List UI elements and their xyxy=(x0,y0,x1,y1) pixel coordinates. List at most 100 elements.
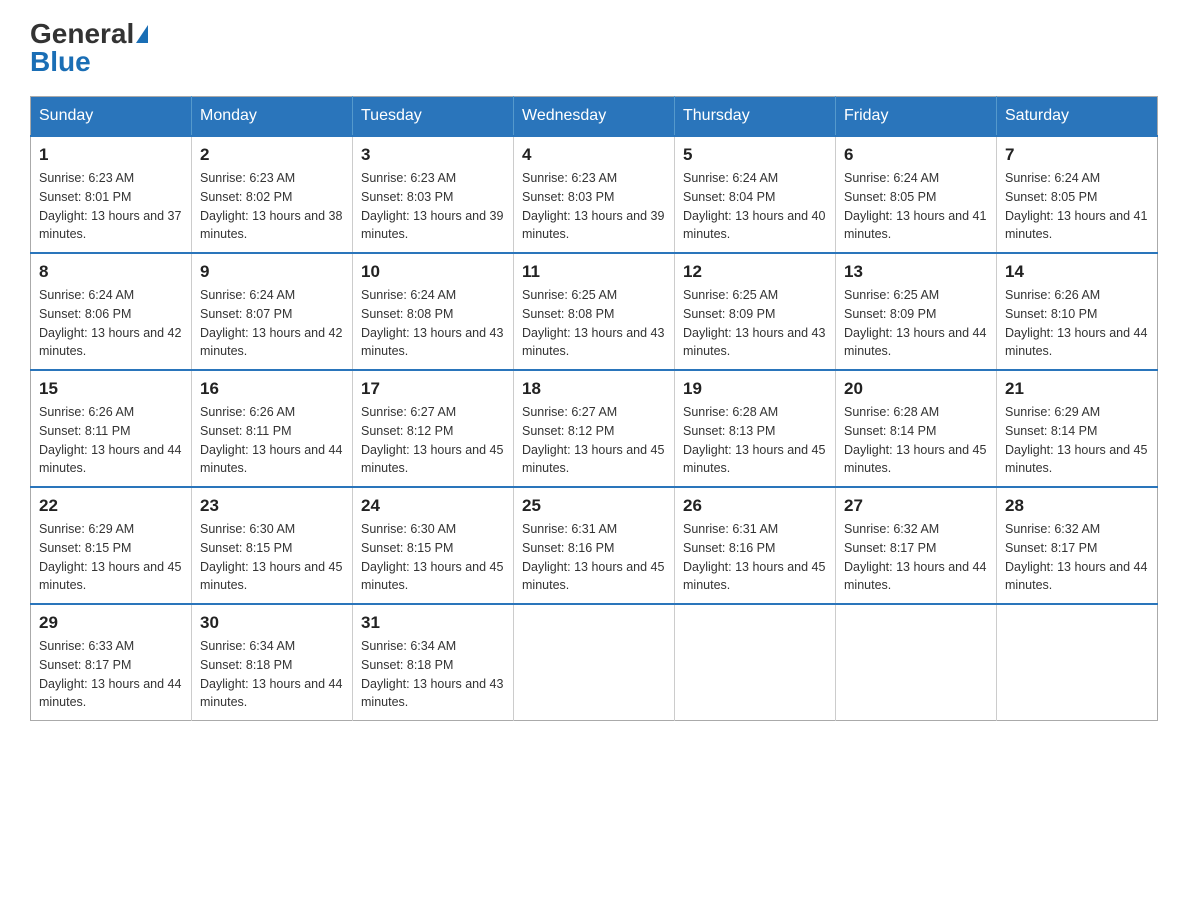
day-info: Sunrise: 6:29 AMSunset: 8:14 PMDaylight:… xyxy=(1005,405,1147,475)
day-info: Sunrise: 6:34 AMSunset: 8:18 PMDaylight:… xyxy=(200,639,342,709)
calendar-cell: 11 Sunrise: 6:25 AMSunset: 8:08 PMDaylig… xyxy=(514,253,675,370)
day-number: 27 xyxy=(844,496,988,516)
day-number: 16 xyxy=(200,379,344,399)
day-number: 14 xyxy=(1005,262,1149,282)
day-info: Sunrise: 6:23 AMSunset: 8:03 PMDaylight:… xyxy=(522,171,664,241)
calendar-cell: 8 Sunrise: 6:24 AMSunset: 8:06 PMDayligh… xyxy=(31,253,192,370)
header-saturday: Saturday xyxy=(997,97,1158,137)
day-number: 21 xyxy=(1005,379,1149,399)
calendar-cell: 7 Sunrise: 6:24 AMSunset: 8:05 PMDayligh… xyxy=(997,136,1158,253)
calendar-cell: 17 Sunrise: 6:27 AMSunset: 8:12 PMDaylig… xyxy=(353,370,514,487)
calendar-cell: 25 Sunrise: 6:31 AMSunset: 8:16 PMDaylig… xyxy=(514,487,675,604)
page-header: General Blue xyxy=(30,20,1158,76)
day-number: 13 xyxy=(844,262,988,282)
day-number: 24 xyxy=(361,496,505,516)
day-number: 3 xyxy=(361,145,505,165)
day-number: 17 xyxy=(361,379,505,399)
day-number: 15 xyxy=(39,379,183,399)
calendar-table: Sunday Monday Tuesday Wednesday Thursday… xyxy=(30,96,1158,721)
day-number: 22 xyxy=(39,496,183,516)
calendar-cell xyxy=(836,604,997,721)
calendar-cell: 1 Sunrise: 6:23 AMSunset: 8:01 PMDayligh… xyxy=(31,136,192,253)
logo: General Blue xyxy=(30,20,148,76)
day-info: Sunrise: 6:29 AMSunset: 8:15 PMDaylight:… xyxy=(39,522,181,592)
day-number: 11 xyxy=(522,262,666,282)
calendar-cell: 3 Sunrise: 6:23 AMSunset: 8:03 PMDayligh… xyxy=(353,136,514,253)
calendar-cell: 15 Sunrise: 6:26 AMSunset: 8:11 PMDaylig… xyxy=(31,370,192,487)
header-monday: Monday xyxy=(192,97,353,137)
day-info: Sunrise: 6:25 AMSunset: 8:09 PMDaylight:… xyxy=(844,288,986,358)
calendar-cell: 22 Sunrise: 6:29 AMSunset: 8:15 PMDaylig… xyxy=(31,487,192,604)
header-tuesday: Tuesday xyxy=(353,97,514,137)
calendar-cell: 13 Sunrise: 6:25 AMSunset: 8:09 PMDaylig… xyxy=(836,253,997,370)
day-info: Sunrise: 6:28 AMSunset: 8:13 PMDaylight:… xyxy=(683,405,825,475)
day-number: 25 xyxy=(522,496,666,516)
calendar-cell: 27 Sunrise: 6:32 AMSunset: 8:17 PMDaylig… xyxy=(836,487,997,604)
day-number: 26 xyxy=(683,496,827,516)
day-info: Sunrise: 6:23 AMSunset: 8:03 PMDaylight:… xyxy=(361,171,503,241)
calendar-cell: 5 Sunrise: 6:24 AMSunset: 8:04 PMDayligh… xyxy=(675,136,836,253)
calendar-cell: 20 Sunrise: 6:28 AMSunset: 8:14 PMDaylig… xyxy=(836,370,997,487)
day-info: Sunrise: 6:26 AMSunset: 8:11 PMDaylight:… xyxy=(39,405,181,475)
day-number: 18 xyxy=(522,379,666,399)
logo-blue-text: Blue xyxy=(30,46,91,77)
day-info: Sunrise: 6:25 AMSunset: 8:09 PMDaylight:… xyxy=(683,288,825,358)
calendar-cell: 18 Sunrise: 6:27 AMSunset: 8:12 PMDaylig… xyxy=(514,370,675,487)
calendar-cell: 30 Sunrise: 6:34 AMSunset: 8:18 PMDaylig… xyxy=(192,604,353,721)
calendar-week-row: 29 Sunrise: 6:33 AMSunset: 8:17 PMDaylig… xyxy=(31,604,1158,721)
calendar-cell: 29 Sunrise: 6:33 AMSunset: 8:17 PMDaylig… xyxy=(31,604,192,721)
calendar-cell: 24 Sunrise: 6:30 AMSunset: 8:15 PMDaylig… xyxy=(353,487,514,604)
day-number: 29 xyxy=(39,613,183,633)
day-number: 10 xyxy=(361,262,505,282)
day-number: 20 xyxy=(844,379,988,399)
day-info: Sunrise: 6:23 AMSunset: 8:01 PMDaylight:… xyxy=(39,171,181,241)
day-number: 30 xyxy=(200,613,344,633)
day-info: Sunrise: 6:27 AMSunset: 8:12 PMDaylight:… xyxy=(522,405,664,475)
day-number: 23 xyxy=(200,496,344,516)
calendar-cell xyxy=(997,604,1158,721)
day-number: 19 xyxy=(683,379,827,399)
calendar-cell: 14 Sunrise: 6:26 AMSunset: 8:10 PMDaylig… xyxy=(997,253,1158,370)
day-info: Sunrise: 6:24 AMSunset: 8:05 PMDaylight:… xyxy=(844,171,986,241)
day-info: Sunrise: 6:26 AMSunset: 8:10 PMDaylight:… xyxy=(1005,288,1147,358)
header-thursday: Thursday xyxy=(675,97,836,137)
day-info: Sunrise: 6:28 AMSunset: 8:14 PMDaylight:… xyxy=(844,405,986,475)
day-info: Sunrise: 6:23 AMSunset: 8:02 PMDaylight:… xyxy=(200,171,342,241)
day-info: Sunrise: 6:27 AMSunset: 8:12 PMDaylight:… xyxy=(361,405,503,475)
day-number: 6 xyxy=(844,145,988,165)
calendar-header-row: Sunday Monday Tuesday Wednesday Thursday… xyxy=(31,97,1158,137)
day-info: Sunrise: 6:24 AMSunset: 8:08 PMDaylight:… xyxy=(361,288,503,358)
day-number: 5 xyxy=(683,145,827,165)
calendar-cell: 19 Sunrise: 6:28 AMSunset: 8:13 PMDaylig… xyxy=(675,370,836,487)
calendar-cell: 26 Sunrise: 6:31 AMSunset: 8:16 PMDaylig… xyxy=(675,487,836,604)
calendar-cell: 10 Sunrise: 6:24 AMSunset: 8:08 PMDaylig… xyxy=(353,253,514,370)
day-info: Sunrise: 6:24 AMSunset: 8:06 PMDaylight:… xyxy=(39,288,181,358)
calendar-cell: 28 Sunrise: 6:32 AMSunset: 8:17 PMDaylig… xyxy=(997,487,1158,604)
day-info: Sunrise: 6:24 AMSunset: 8:04 PMDaylight:… xyxy=(683,171,825,241)
day-info: Sunrise: 6:26 AMSunset: 8:11 PMDaylight:… xyxy=(200,405,342,475)
day-number: 1 xyxy=(39,145,183,165)
calendar-week-row: 22 Sunrise: 6:29 AMSunset: 8:15 PMDaylig… xyxy=(31,487,1158,604)
calendar-cell: 16 Sunrise: 6:26 AMSunset: 8:11 PMDaylig… xyxy=(192,370,353,487)
day-number: 9 xyxy=(200,262,344,282)
calendar-cell: 4 Sunrise: 6:23 AMSunset: 8:03 PMDayligh… xyxy=(514,136,675,253)
calendar-cell: 2 Sunrise: 6:23 AMSunset: 8:02 PMDayligh… xyxy=(192,136,353,253)
day-info: Sunrise: 6:32 AMSunset: 8:17 PMDaylight:… xyxy=(844,522,986,592)
header-friday: Friday xyxy=(836,97,997,137)
calendar-week-row: 1 Sunrise: 6:23 AMSunset: 8:01 PMDayligh… xyxy=(31,136,1158,253)
calendar-cell: 23 Sunrise: 6:30 AMSunset: 8:15 PMDaylig… xyxy=(192,487,353,604)
day-info: Sunrise: 6:30 AMSunset: 8:15 PMDaylight:… xyxy=(361,522,503,592)
calendar-cell: 21 Sunrise: 6:29 AMSunset: 8:14 PMDaylig… xyxy=(997,370,1158,487)
day-number: 7 xyxy=(1005,145,1149,165)
day-info: Sunrise: 6:25 AMSunset: 8:08 PMDaylight:… xyxy=(522,288,664,358)
day-info: Sunrise: 6:32 AMSunset: 8:17 PMDaylight:… xyxy=(1005,522,1147,592)
day-number: 28 xyxy=(1005,496,1149,516)
calendar-week-row: 15 Sunrise: 6:26 AMSunset: 8:11 PMDaylig… xyxy=(31,370,1158,487)
day-info: Sunrise: 6:31 AMSunset: 8:16 PMDaylight:… xyxy=(522,522,664,592)
calendar-cell xyxy=(514,604,675,721)
day-info: Sunrise: 6:34 AMSunset: 8:18 PMDaylight:… xyxy=(361,639,503,709)
day-info: Sunrise: 6:31 AMSunset: 8:16 PMDaylight:… xyxy=(683,522,825,592)
day-number: 12 xyxy=(683,262,827,282)
calendar-cell xyxy=(675,604,836,721)
header-sunday: Sunday xyxy=(31,97,192,137)
